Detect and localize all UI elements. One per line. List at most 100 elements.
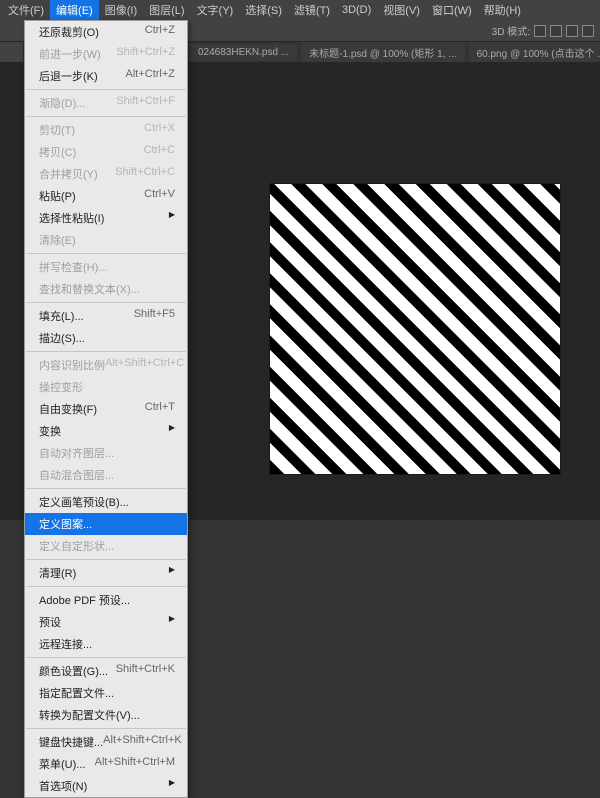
document-tab[interactable]: 未标题-1.psd @ 100% (矩形 1, ...	[301, 42, 464, 62]
menu-item-shortcut: Ctrl+X	[144, 122, 175, 138]
menu-item[interactable]: 转换为配置文件(V)...	[25, 704, 187, 726]
menu-item-shortcut: Alt+Shift+Ctrl+C	[105, 357, 184, 373]
menu-separator	[26, 351, 186, 352]
menu-item-label: 选择性粘贴(I)	[39, 210, 104, 226]
menu-item-label: 前进一步(W)	[39, 46, 101, 62]
menu-item-label: 后退一步(K)	[39, 68, 98, 84]
menu-item-label: 内容识别比例	[39, 357, 105, 373]
menu-item: 自动混合图层...	[25, 464, 187, 486]
menu-item[interactable]: 选择性粘贴(I) ▶	[25, 207, 187, 229]
menu-item: 内容识别比例Alt+Shift+Ctrl+C	[25, 354, 187, 376]
menu-separator	[26, 657, 186, 658]
menu-item-label: 键盘快捷键...	[39, 734, 103, 750]
menu-item-label: 拷贝(C)	[39, 144, 76, 160]
menu-item: 拷贝(C) Ctrl+C	[25, 141, 187, 163]
menu-item: 合并拷贝(Y)Shift+Ctrl+C	[25, 163, 187, 185]
menu-e[interactable]: 编辑(E)	[50, 0, 99, 20]
menu-item-label: 渐隐(D)...	[39, 95, 85, 111]
menu-item[interactable]: 描边(S)...	[25, 327, 187, 349]
menu-item[interactable]: 自由变换(F)Ctrl+T	[25, 398, 187, 420]
menu-dd[interactable]: 3D(D)	[336, 2, 377, 18]
mode-icon-1[interactable]	[534, 25, 546, 37]
menu-item-label: 清理(R)	[39, 565, 76, 581]
edit-menu-dropdown: 还原裁剪(O) Ctrl+Z 前进一步(W) Shift+Ctrl+Z 后退一步(K) A…	[24, 20, 188, 798]
menu-item: 定义自定形状...	[25, 535, 187, 557]
menu-item-label: 粘贴(P)	[39, 188, 76, 204]
document-canvas[interactable]	[270, 184, 560, 474]
menu-item-shortcut: Alt+Ctrl+Z	[125, 68, 175, 84]
menubar: 文件(F)编辑(E)图像(I)图层(L)文字(Y)选择(S)滤镜(T)3D(D)…	[0, 0, 600, 20]
menu-item-label: 菜单(U)...	[39, 756, 85, 772]
menu-item: 查找和替换文本(X)...	[25, 278, 187, 300]
menu-item[interactable]: 预设 ▶	[25, 611, 187, 633]
chevron-right-icon: ▶	[169, 778, 175, 794]
menu-item: 清除(E)	[25, 229, 187, 251]
menu-item-label: 变换	[39, 423, 61, 439]
chevron-right-icon: ▶	[169, 614, 175, 630]
menu-item[interactable]: 填充(L)...Shift+F5	[25, 305, 187, 327]
menu-item-label: 拼写检查(H)...	[39, 259, 107, 275]
mode-icon-4[interactable]	[582, 25, 594, 37]
menu-t[interactable]: 滤镜(T)	[288, 0, 336, 20]
menu-item[interactable]: 颜色设置(G)... Shift+Ctrl+K	[25, 660, 187, 682]
menu-item[interactable]: Adobe PDF 预设...	[25, 589, 187, 611]
menu-item-label: Adobe PDF 预设...	[39, 592, 130, 608]
menu-h[interactable]: 帮助(H)	[478, 0, 527, 20]
menu-item-label: 自动混合图层...	[39, 467, 114, 483]
menu-item-shortcut: Ctrl+C	[144, 144, 175, 160]
chevron-right-icon: ▶	[169, 210, 175, 226]
menu-item-label: 首选项(N)	[39, 778, 87, 794]
menu-item[interactable]: 粘贴(P) Ctrl+V	[25, 185, 187, 207]
menu-separator	[26, 728, 186, 729]
menu-s[interactable]: 选择(S)	[239, 0, 288, 20]
menu-item: 渐隐(D)... Shift+Ctrl+F	[25, 92, 187, 114]
menu-item-label: 自动对齐图层...	[39, 445, 114, 461]
menu-item: 前进一步(W) Shift+Ctrl+Z	[25, 43, 187, 65]
menu-item-shortcut: Alt+Shift+Ctrl+M	[95, 756, 175, 772]
menu-item-label: 转换为配置文件(V)...	[39, 707, 140, 723]
menu-item[interactable]: 还原裁剪(O) Ctrl+Z	[25, 21, 187, 43]
menu-item-shortcut: Shift+Ctrl+Z	[116, 46, 175, 62]
menu-item-label: 预设	[39, 614, 61, 630]
menu-item[interactable]: 首选项(N) ▶	[25, 775, 187, 797]
menu-item-label: 还原裁剪(O)	[39, 24, 99, 40]
menu-item-label: 合并拷贝(Y)	[39, 166, 98, 182]
menu-v[interactable]: 视图(V)	[377, 0, 426, 20]
menu-item-label: 清除(E)	[39, 232, 76, 248]
menu-item-shortcut: Shift+Ctrl+F	[116, 95, 175, 111]
menu-separator	[26, 559, 186, 560]
menu-item-shortcut: Ctrl+Z	[145, 24, 175, 40]
menu-l[interactable]: 图层(L)	[143, 0, 190, 20]
mode-box: 3D 模式:	[492, 23, 594, 38]
menu-f[interactable]: 文件(F)	[2, 0, 50, 20]
menu-item[interactable]: 后退一步(K) Alt+Ctrl+Z	[25, 65, 187, 87]
menu-item-label: 描边(S)...	[39, 330, 85, 346]
menu-item: 操控变形	[25, 376, 187, 398]
menu-item-label: 自由变换(F)	[39, 401, 97, 417]
menu-separator	[26, 302, 186, 303]
menu-item-shortcut: Shift+Ctrl+K	[116, 663, 175, 679]
menu-item[interactable]: 变换▶	[25, 420, 187, 442]
menu-item[interactable]: 定义画笔预设(B)...	[25, 491, 187, 513]
menu-item[interactable]: 远程连接...	[25, 633, 187, 655]
menu-item-label: 定义图案...	[39, 516, 92, 532]
menu-item-label: 定义画笔预设(B)...	[39, 494, 129, 510]
menu-i[interactable]: 图像(I)	[99, 0, 143, 20]
menu-item[interactable]: 菜单(U)... Alt+Shift+Ctrl+M	[25, 753, 187, 775]
menu-item[interactable]: 键盘快捷键...Alt+Shift+Ctrl+K	[25, 731, 187, 753]
menu-separator	[26, 586, 186, 587]
menu-y[interactable]: 文字(Y)	[191, 0, 240, 20]
menu-separator	[26, 116, 186, 117]
menu-item[interactable]: 定义图案...	[25, 513, 187, 535]
menu-item[interactable]: 清理(R)▶	[25, 562, 187, 584]
menu-item-shortcut: Ctrl+V	[144, 188, 175, 204]
menu-item[interactable]: 指定配置文件...	[25, 682, 187, 704]
menu-item-label: 颜色设置(G)...	[39, 663, 108, 679]
mode-icon-2[interactable]	[550, 25, 562, 37]
document-tab[interactable]: 60.png @ 100% (点击这个 ...	[469, 42, 600, 62]
menu-w[interactable]: 窗口(W)	[426, 0, 478, 20]
document-tab[interactable]: 024683HEKN.psd ...	[190, 44, 297, 61]
menu-item-label: 操控变形	[39, 379, 83, 395]
mode-icon-3[interactable]	[566, 25, 578, 37]
menu-separator	[26, 89, 186, 90]
